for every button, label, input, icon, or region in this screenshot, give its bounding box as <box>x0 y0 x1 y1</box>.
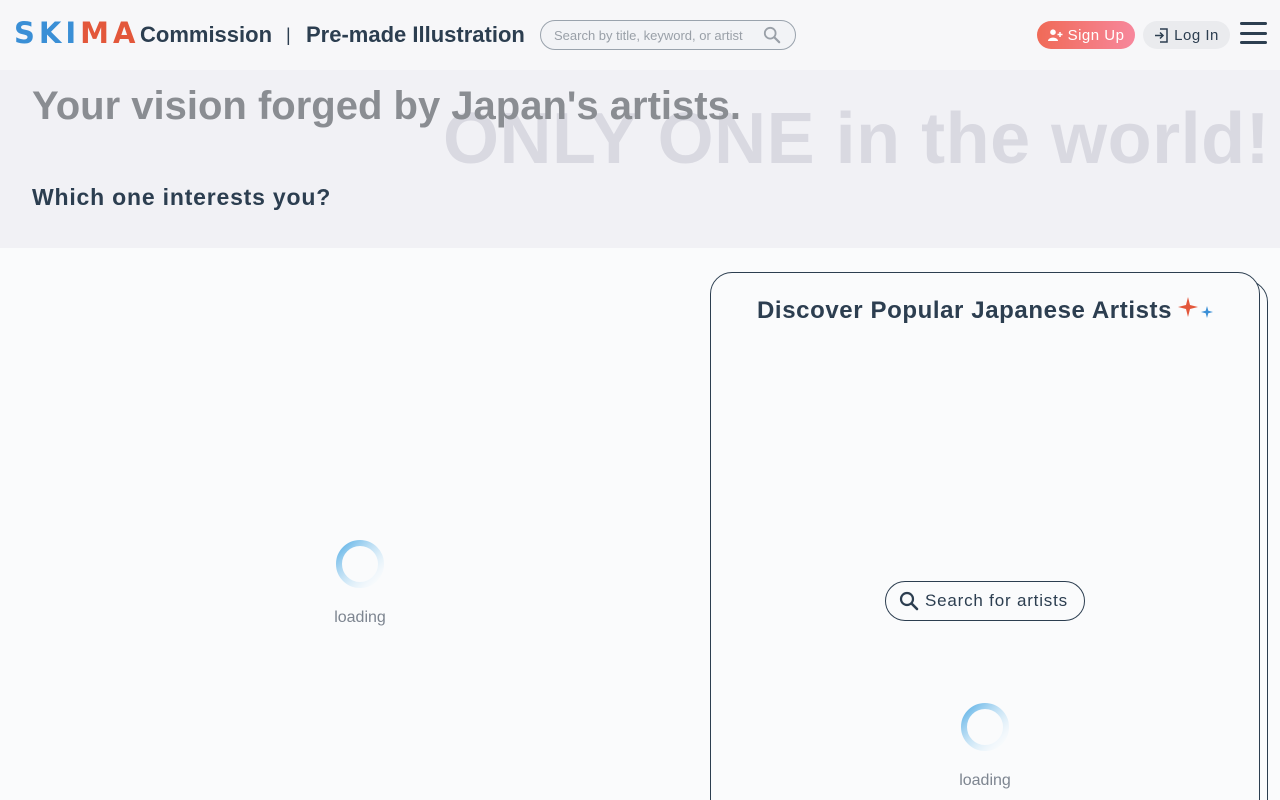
hero-subtitle: Which one interests you? <box>32 184 332 210</box>
log-in-label: Log In <box>1174 26 1219 44</box>
sparkle-icon <box>1178 297 1213 318</box>
nav-separator: | <box>286 25 291 45</box>
hero-title: Your vision forged by Japan's artists. <box>32 84 741 128</box>
hamburger-menu-icon[interactable] <box>1240 22 1267 44</box>
logo-letter-m: M <box>80 16 114 50</box>
log-in-button[interactable]: Log In <box>1143 21 1230 49</box>
spinner-icon <box>336 540 384 588</box>
site-header: S K I M A Commission | Pre-made Illustra… <box>0 0 1280 70</box>
loading-text: loading <box>334 609 386 626</box>
hero-section: ONLY ONE in the world! Your vision forge… <box>0 70 1280 248</box>
nav-premade-illustration-link[interactable]: Pre-made Illustration <box>306 22 525 48</box>
popular-artists-card: Discover Popular Japanese Artists Search… <box>710 272 1260 800</box>
loading-text: loading <box>959 772 1011 789</box>
logo-letter-i: I <box>65 16 81 50</box>
search-icon[interactable] <box>763 26 781 44</box>
logo-letter-s: S <box>14 16 39 50</box>
search-artists-label: Search for artists <box>925 591 1068 610</box>
skima-logo[interactable]: S K I M A <box>14 16 140 50</box>
search-artists-button[interactable]: Search for artists <box>885 581 1085 621</box>
menu-line <box>1240 41 1267 44</box>
search-icon <box>899 591 919 611</box>
nav-commission-link[interactable]: Commission <box>140 22 272 48</box>
site-search-input[interactable] <box>554 27 759 43</box>
add-user-icon <box>1047 29 1063 41</box>
logo-letter-k: K <box>38 16 66 50</box>
site-search-box <box>540 20 796 50</box>
spinner-icon <box>961 703 1009 751</box>
login-icon <box>1155 27 1168 43</box>
menu-line <box>1240 22 1267 25</box>
popular-artists-title: Discover Popular Japanese Artists <box>757 297 1173 324</box>
menu-line <box>1240 31 1267 35</box>
logo-letter-a: A <box>113 16 140 50</box>
sign-up-label: Sign Up <box>1067 26 1125 44</box>
sign-up-button[interactable]: Sign Up <box>1037 21 1135 49</box>
